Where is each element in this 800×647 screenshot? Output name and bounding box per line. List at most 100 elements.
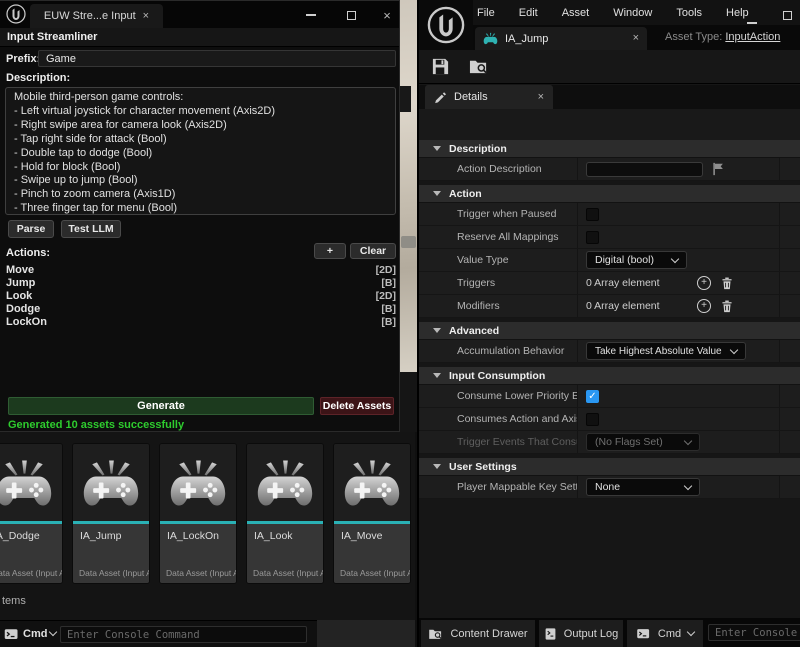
action-row[interactable]: Dodge [B] (0, 302, 400, 315)
menu-asset[interactable]: Asset (562, 7, 590, 19)
clear-actions-button[interactable]: Clear (350, 243, 396, 259)
menu-tools[interactable]: Tools (676, 7, 702, 19)
content-drawer-button[interactable]: Content Drawer (421, 620, 535, 647)
input-action-gamepad-icon (160, 444, 236, 521)
trigger-when-paused-checkbox[interactable] (586, 208, 599, 221)
asset-tile[interactable]: IA_Look Data Asset (Input A... (246, 443, 324, 584)
property-row-consumes-action-axis: Consumes Action and Axis Ma... (419, 408, 800, 431)
editor-window: File Edit Asset Window Tools Help IA_Jum… (417, 0, 800, 647)
action-description-input[interactable] (586, 162, 703, 177)
tab-close-icon[interactable]: × (143, 11, 149, 22)
chevron-down-icon (684, 481, 692, 489)
section-collapse-arrow-icon (433, 464, 441, 469)
chevron-down-icon (730, 345, 738, 353)
tab-close-icon[interactable]: × (633, 33, 639, 44)
menu-file[interactable]: File (477, 7, 495, 19)
panel-title: Input Streamliner (0, 28, 399, 47)
minimize-button[interactable] (300, 7, 322, 23)
save-icon[interactable] (431, 57, 450, 76)
asset-tile[interactable]: IA_Dodge Data Asset (Input A... (0, 443, 63, 584)
section-description[interactable]: Description (419, 140, 800, 158)
asset-type-readout: Asset Type: InputAction (665, 31, 780, 43)
cmd-dropdown-label[interactable]: Cmd (23, 628, 47, 640)
statusbar-filler (317, 620, 415, 647)
asset-type: Data Asset (Input A... (247, 568, 323, 583)
maximize-button[interactable] (340, 7, 362, 23)
browse-to-asset-icon[interactable] (468, 57, 489, 76)
content-drawer-icon (428, 627, 443, 641)
consume-lower-priority-checkbox[interactable]: ✓ (586, 390, 599, 403)
menu-edit[interactable]: Edit (519, 7, 538, 19)
cmd-dropdown-button[interactable]: Cmd (627, 620, 703, 647)
chevron-down-icon (687, 628, 695, 636)
section-action[interactable]: Action (419, 185, 800, 203)
details-tab-title: Details (454, 91, 531, 103)
content-browser-panel: IA_Dodge Data Asset (Input A... IA_Jump … (0, 432, 415, 647)
action-row[interactable]: LockOn [B] (0, 315, 400, 328)
trigger-events-dropdown[interactable]: (No Flags Set) (586, 433, 700, 451)
action-row[interactable]: Jump [B] (0, 276, 400, 289)
section-advanced[interactable]: Advanced (419, 322, 800, 340)
add-array-element-icon[interactable]: + (697, 276, 711, 290)
console-command-input[interactable] (715, 627, 800, 639)
accumulation-behavior-dropdown[interactable]: Take Highest Absolute Value (586, 342, 746, 360)
add-action-button[interactable]: + (314, 243, 346, 259)
chevron-down-icon (684, 436, 692, 444)
euw-input-streamliner-window: EUW Stre...e Input × × Input Streamliner… (0, 0, 400, 432)
input-action-gamepad-icon (73, 444, 149, 521)
localization-flag-icon[interactable] (712, 162, 725, 176)
consumes-action-axis-checkbox[interactable] (586, 413, 599, 426)
modifiers-array-count: 0 Array element (586, 300, 688, 312)
output-log-button[interactable]: Output Log (539, 620, 623, 647)
prefix-input[interactable] (46, 53, 388, 65)
asset-name: IA_Jump (73, 524, 149, 542)
property-row-triggers: Triggers 0 Array element + (419, 272, 800, 295)
section-user-settings[interactable]: User Settings (419, 458, 800, 476)
action-row[interactable]: Move [2D] (0, 263, 400, 276)
delete-assets-button[interactable]: Delete Assets (320, 397, 394, 415)
trash-icon[interactable] (720, 299, 734, 314)
menu-window[interactable]: Window (613, 7, 652, 19)
test-llm-button[interactable]: Test LLM (61, 220, 121, 238)
generate-button[interactable]: Generate (8, 397, 314, 415)
value-type-dropdown[interactable]: Digital (bool) (586, 251, 687, 269)
description-textarea[interactable]: Mobile third-person game controls: - Lef… (5, 87, 396, 215)
asset-name: IA_Look (247, 524, 323, 542)
input-action-gamepad-icon (247, 444, 323, 521)
console-icon (636, 627, 651, 641)
details-tab[interactable]: Details × (425, 85, 553, 109)
asset-tile[interactable]: IA_Jump Data Asset (Input A... (72, 443, 150, 584)
parse-button[interactable]: Parse (8, 220, 54, 238)
asset-toolbar (419, 50, 800, 84)
trash-icon[interactable] (720, 276, 734, 291)
menu-help[interactable]: Help (726, 7, 749, 19)
console-icon (4, 627, 19, 642)
output-log-icon (544, 627, 557, 641)
action-row[interactable]: Look [2D] (0, 289, 400, 302)
viewport-background (400, 0, 417, 372)
asset-type: Data Asset (Input A... (0, 568, 62, 583)
prefix-input-wrap (38, 50, 396, 67)
maximize-button[interactable] (783, 7, 792, 25)
section-collapse-arrow-icon (433, 328, 441, 333)
property-row-action-description: Action Description (419, 158, 800, 181)
console-command-input[interactable] (67, 629, 300, 641)
asset-type-link[interactable]: InputAction (725, 31, 780, 43)
chevron-down-icon[interactable] (49, 628, 57, 636)
reserve-all-mappings-checkbox[interactable] (586, 231, 599, 244)
euw-titlebar[interactable]: EUW Stre...e Input × × (0, 1, 399, 28)
asset-tile[interactable]: IA_LockOn Data Asset (Input A... (159, 443, 237, 584)
euw-window-tab[interactable]: EUW Stre...e Input × (30, 4, 163, 28)
asset-tile[interactable]: IA_Move Data Asset (Input A... (333, 443, 411, 584)
close-button[interactable]: × (376, 7, 398, 23)
tab-close-icon[interactable]: × (538, 92, 544, 103)
console-bar: Cmd (0, 620, 317, 647)
add-array-element-icon[interactable]: + (697, 299, 711, 313)
actions-label: Actions: (6, 247, 50, 259)
asset-name: IA_Dodge (0, 524, 62, 542)
asset-document-tab[interactable]: IA_Jump × (475, 27, 647, 50)
section-input-consumption[interactable]: Input Consumption (419, 367, 800, 385)
player-mappable-dropdown[interactable]: None (586, 478, 700, 496)
console-command-input-wrap (708, 624, 800, 641)
details-search-row: ⚙ (419, 109, 800, 140)
